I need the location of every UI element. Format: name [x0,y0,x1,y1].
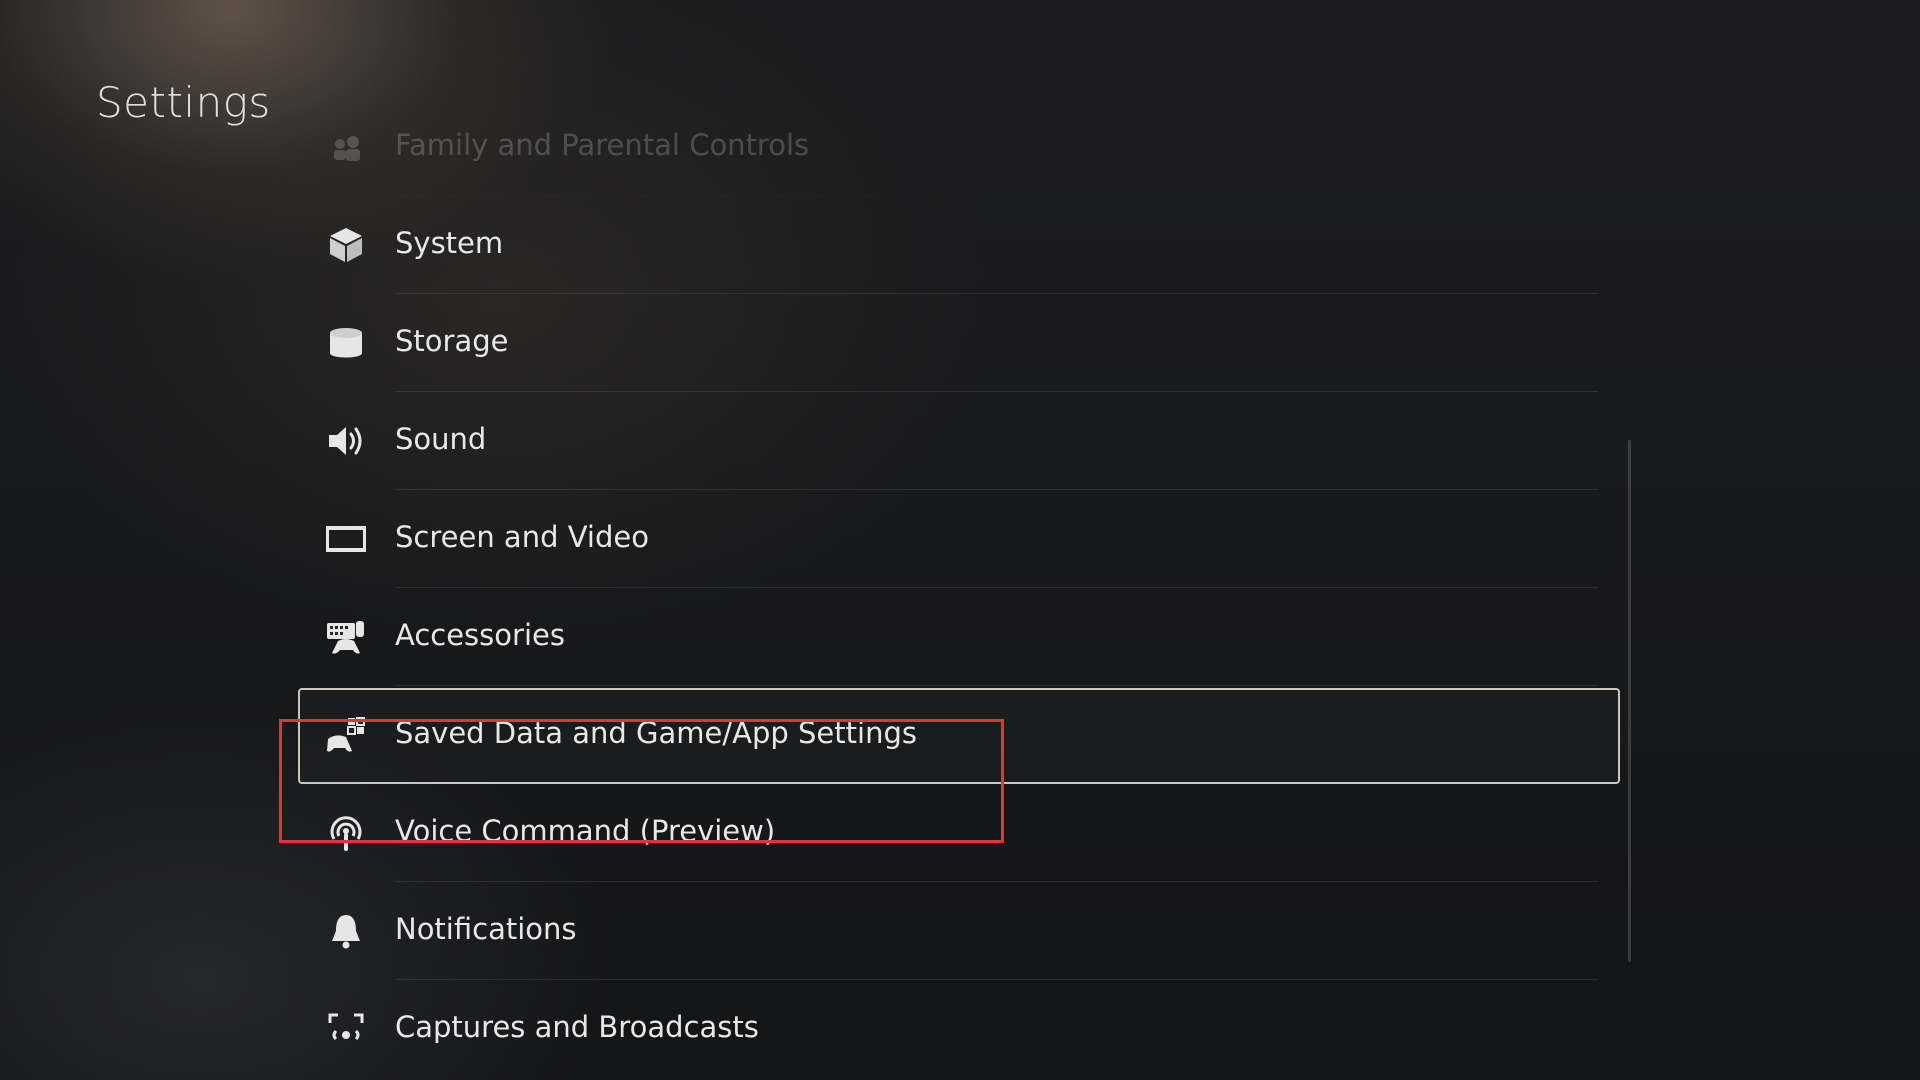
annotation-highlight-box [279,719,1004,843]
storage-cylinder-icon [326,323,366,363]
menu-item-label: Captures and Broadcasts [395,1010,759,1044]
screen-icon [326,519,366,559]
menu-item-label: Notifications [395,912,577,946]
scrollbar[interactable] [1628,440,1631,962]
menu-item-label: System [395,226,504,260]
family-icon [326,128,366,168]
menu-item-storage[interactable]: Storage [298,294,1598,392]
page-title: Settings [96,78,271,127]
menu-item-label: Accessories [395,618,565,652]
menu-item-system[interactable]: System [298,196,1598,294]
menu-item-screen-and-video[interactable]: Screen and Video [298,490,1598,588]
menu-item-notifications[interactable]: Notifications [298,882,1598,980]
menu-item-label: Screen and Video [395,520,649,554]
menu-item-label: Family and Parental Controls [395,128,810,162]
menu-item-label: Storage [395,324,509,358]
cube-icon [326,225,366,265]
keyboard-controller-icon [326,617,366,657]
capture-icon [326,1009,366,1049]
menu-item-sound[interactable]: Sound [298,392,1598,490]
speaker-icon [326,421,366,461]
settings-menu: Family and Parental Controls System Stor… [298,128,1620,1078]
menu-item-accessories[interactable]: Accessories [298,588,1598,686]
menu-item-label: Sound [395,422,487,456]
menu-item-captures-and-broadcasts[interactable]: Captures and Broadcasts [298,980,1598,1078]
bell-icon [326,911,366,951]
menu-item-family-and-parental-controls[interactable]: Family and Parental Controls [298,98,1598,196]
